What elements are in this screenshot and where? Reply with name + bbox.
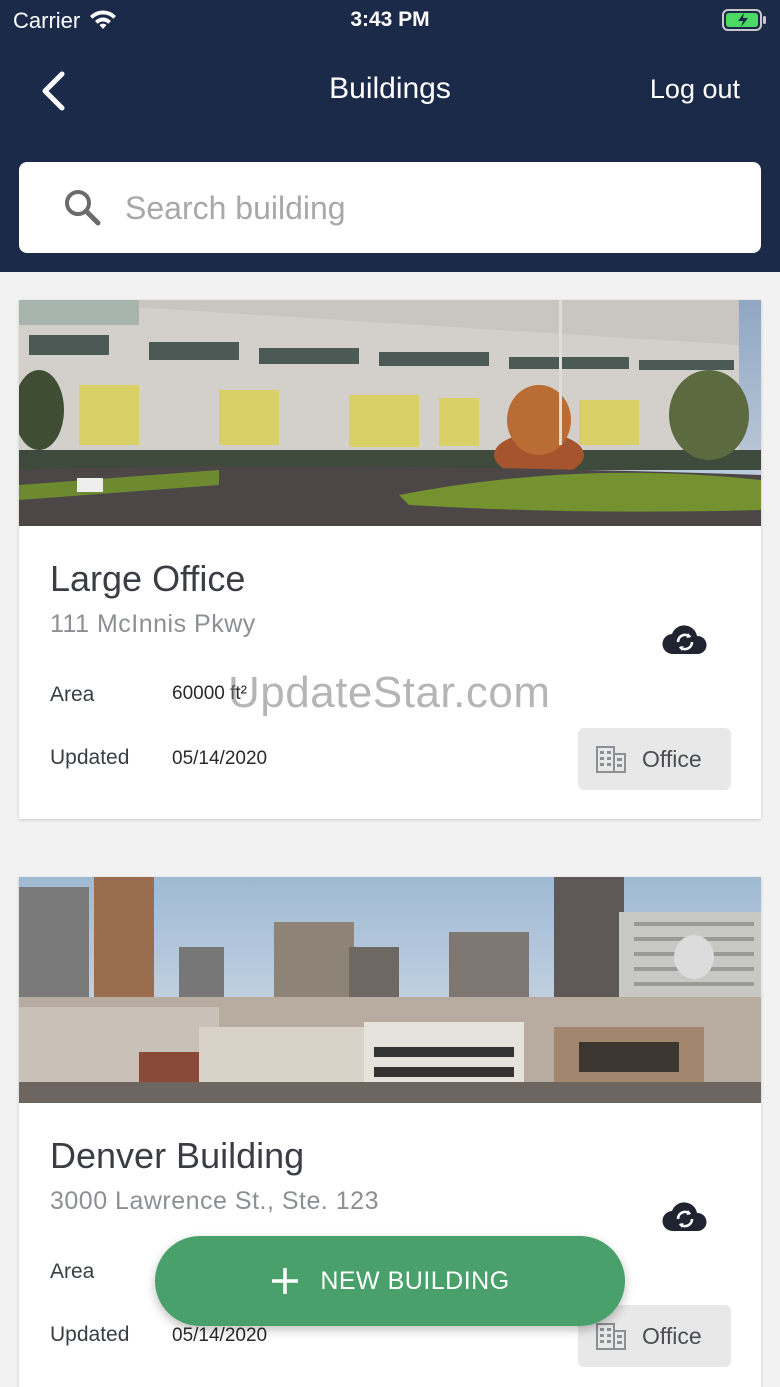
search-input[interactable] xyxy=(125,180,725,236)
status-bar: Carrier 3:43 PM xyxy=(0,0,780,40)
building-photo xyxy=(19,300,761,526)
updated-value: 05/14/2020 xyxy=(172,748,268,769)
area-label: Area xyxy=(50,683,95,706)
building-type-label: Office xyxy=(642,745,702,772)
building-photo xyxy=(19,877,761,1103)
new-building-button[interactable]: NEW BUILDING xyxy=(155,1236,625,1326)
app-header: Carrier 3:43 PM Buildings Log out xyxy=(0,0,780,272)
building-name: Large Office xyxy=(50,558,246,599)
updated-label: Updated xyxy=(50,1323,130,1346)
plus-icon xyxy=(272,1268,299,1294)
logout-button[interactable]: Log out xyxy=(650,74,740,105)
area-label: Area xyxy=(50,1260,95,1283)
building-icon xyxy=(596,746,626,773)
building-type-label: Office xyxy=(642,1322,702,1349)
cloud-sync-icon[interactable] xyxy=(661,622,709,658)
battery-indicator xyxy=(722,8,768,38)
new-building-label: NEW BUILDING xyxy=(320,1266,510,1295)
building-address: 111 McInnis Pkwy xyxy=(50,610,256,638)
status-time: 3:43 PM xyxy=(350,8,430,31)
building-name: Denver Building xyxy=(50,1135,305,1176)
building-card[interactable]: Large Office 111 McInnis Pkwy Area 60000… xyxy=(19,300,761,819)
cloud-sync-icon[interactable] xyxy=(661,1199,709,1235)
battery-icon xyxy=(722,9,766,31)
search-bar[interactable] xyxy=(19,162,761,253)
building-type-chip[interactable]: Office xyxy=(578,728,731,790)
building-address: 3000 Lawrence St., Ste. 123 xyxy=(50,1187,379,1215)
updated-label: Updated xyxy=(50,746,130,769)
watermark: UpdateStar.com xyxy=(228,668,551,717)
updated-value: 05/14/2020 xyxy=(172,1325,268,1346)
search-icon xyxy=(65,190,101,226)
building-icon xyxy=(596,1323,626,1350)
